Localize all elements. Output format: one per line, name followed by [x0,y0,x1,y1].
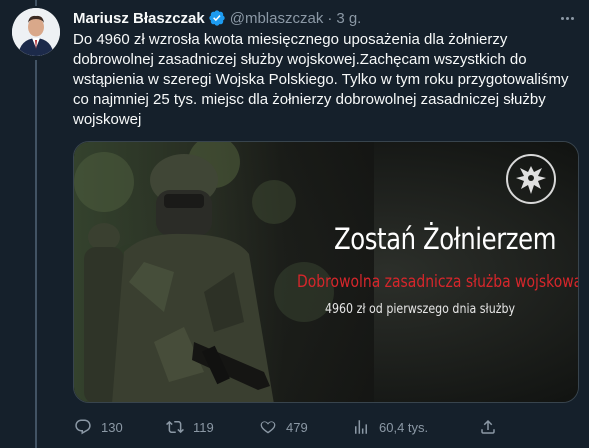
views-button[interactable]: 60,4 tys. [346,412,428,442]
tweet-text: Do 4960 zł wzrosła kwota miesięcznego up… [73,31,573,128]
tweet-media-image[interactable]: Zostań Żołnierzem Dobrowolna zasadnicza … [73,141,579,403]
views-icon [346,412,376,442]
like-count: 479 [286,419,308,435]
tweet-header: Mariusz Błaszczak @mblaszczak · 3 g. [73,8,577,28]
reply-count: 130 [101,419,123,435]
tweet[interactable]: Mariusz Błaszczak @mblaszczak · 3 g. Do … [0,0,589,448]
reply-icon [68,412,98,442]
like-button[interactable]: 479 [253,412,308,442]
verified-badge-icon [208,9,226,27]
avatar[interactable] [12,8,60,56]
media-title: Zostań Żołnierzem [334,222,557,256]
retweet-count: 119 [193,419,214,435]
tweet-actions: 130 119 479 60,4 tys. [64,412,504,442]
share-icon [473,412,503,442]
retweet-button[interactable]: 119 [160,412,214,442]
media-caption: 4960 zł od pierwszego dnia służby [324,302,516,317]
author-handle[interactable]: @mblaszczak [230,10,324,27]
army-eagle-emblem [506,154,556,204]
more-icon[interactable] [557,8,577,28]
thread-line-top [35,0,37,6]
reply-button[interactable]: 130 [68,412,123,442]
thread-line [35,60,37,448]
tweet-timestamp[interactable]: 3 g. [336,10,361,27]
separator-dot: · [327,9,333,27]
share-button[interactable] [473,412,503,442]
author-name[interactable]: Mariusz Błaszczak [73,10,205,27]
like-icon [253,412,283,442]
views-count: 60,4 tys. [379,419,429,435]
media-subtitle: Dobrowolna zasadnicza służba wojskowa [297,272,579,292]
retweet-icon [160,412,190,442]
